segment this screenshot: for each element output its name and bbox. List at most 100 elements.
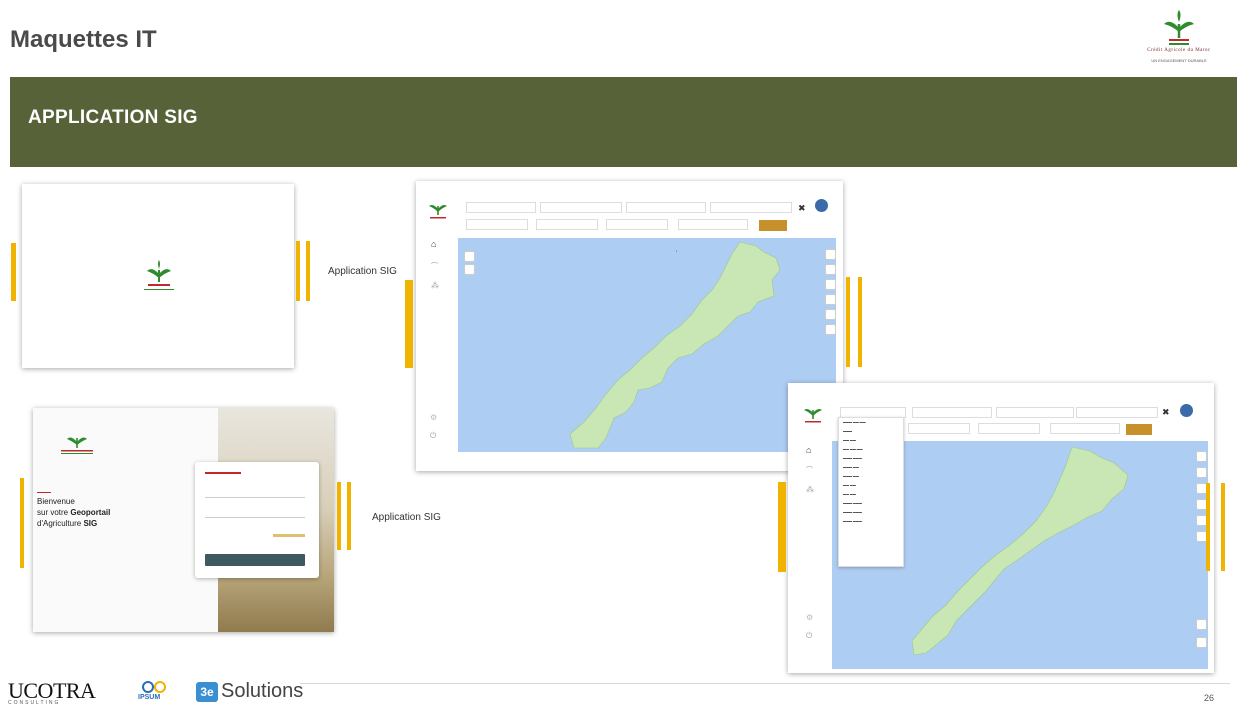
dropdown-option[interactable]: ▬▬▬ ▬▬▬ xyxy=(839,517,903,526)
dropdown-option[interactable]: ▬▬ ▬▬ xyxy=(839,490,903,499)
locate-icon[interactable] xyxy=(825,309,836,320)
info-icon[interactable] xyxy=(1196,619,1207,630)
password-field[interactable] xyxy=(205,508,305,518)
accent-bar xyxy=(858,277,862,367)
record-icon[interactable] xyxy=(1196,637,1207,648)
validate-button[interactable] xyxy=(1126,424,1152,435)
dropdown-option[interactable]: ▬▬▬ ▬▬▬ xyxy=(839,454,903,463)
splash-screen-mockup xyxy=(22,184,294,368)
section-title: APPLICATION SIG xyxy=(28,107,198,128)
map-app-mockup-2: ✖ ⌂ ⌒ ⁂ ⚙ ⏻ ▬▬▬ ▬▬ ▬▬ ▬▬▬ ▬▬ ▬▬ ▬▬ ▬▬ ▬▬… xyxy=(788,383,1214,673)
credit-agricole-logo: Crédit Agricole du Maroc UN ENGAGEMENT D… xyxy=(1124,10,1234,70)
solutions-logo: Solutions xyxy=(221,680,304,702)
filter-select[interactable] xyxy=(678,219,748,230)
ucotra-subtitle: CONSULTING xyxy=(8,700,61,706)
network-icon[interactable]: ⁂ xyxy=(431,281,439,290)
power-icon[interactable]: ⏻ xyxy=(430,431,436,441)
page-number: 26 xyxy=(1204,693,1215,703)
sprout-icon xyxy=(429,205,447,219)
filter-select[interactable] xyxy=(540,202,622,213)
avatar[interactable] xyxy=(1180,404,1193,417)
map-canvas[interactable]: ▪ xyxy=(458,238,836,452)
tools-icon[interactable]: ✖ xyxy=(1162,407,1170,418)
power-icon[interactable]: ⏻ xyxy=(806,631,812,641)
login-screen-mockup: Bienvenue sur votre Geoportail d'Agricul… xyxy=(33,408,334,632)
sprout-icon xyxy=(61,437,93,454)
accent-bar xyxy=(306,241,310,301)
morocco-map[interactable] xyxy=(458,238,836,452)
welcome-bold: Geoportail xyxy=(70,508,111,517)
forgot-password-link[interactable] xyxy=(273,534,305,537)
avatar[interactable] xyxy=(815,199,828,212)
dropdown-option[interactable]: ▬▬▬ ▬▬ ▬▬ xyxy=(839,418,903,427)
dropdown-option[interactable]: ▬▬ ▬▬ xyxy=(839,481,903,490)
accent-bar xyxy=(296,241,300,301)
zoom-in-icon[interactable] xyxy=(464,251,475,262)
home-icon[interactable]: ⌂ xyxy=(806,445,811,455)
filter-icon[interactable] xyxy=(1196,451,1207,462)
brand-tagline: UN ENGAGEMENT DURABLE xyxy=(1151,58,1207,63)
ipsum-mark-icon xyxy=(142,681,166,693)
accent-bar xyxy=(846,277,850,367)
sprout-icon xyxy=(144,260,174,290)
map-app-mockup-1: ✖ ⌂ ⌒ ⁂ ⚙ ⏻ ▪ xyxy=(416,181,843,471)
dropdown-option[interactable]: ▬▬▬ ▬▬ xyxy=(839,463,903,472)
footer-divider xyxy=(300,683,1230,684)
page-title: Maquettes IT xyxy=(10,26,157,53)
welcome-bold-2: SIG xyxy=(83,519,98,528)
layers-icon[interactable] xyxy=(1196,467,1207,478)
filter-select[interactable] xyxy=(908,423,970,434)
validate-button[interactable] xyxy=(759,220,787,231)
filter-select[interactable] xyxy=(606,219,668,230)
filter-select[interactable] xyxy=(1050,423,1120,434)
login-form xyxy=(195,462,319,578)
3e-logo-mark: 3e xyxy=(196,682,218,702)
email-field[interactable] xyxy=(205,488,305,498)
dropdown-option[interactable]: ▬▬ ▬▬ ▬▬ xyxy=(839,445,903,454)
accent-bar xyxy=(778,482,786,572)
network-icon[interactable]: ⁂ xyxy=(806,485,814,494)
accent-bar xyxy=(1206,483,1210,571)
filter-select[interactable] xyxy=(466,219,528,230)
filter-select[interactable] xyxy=(626,202,706,213)
pencil-icon[interactable] xyxy=(825,324,836,335)
region-dropdown-menu[interactable]: ▬▬▬ ▬▬ ▬▬ ▬▬▬ ▬▬ ▬▬ ▬▬ ▬▬ ▬▬ ▬▬▬ ▬▬▬ ▬▬▬… xyxy=(838,417,904,567)
welcome-line-2: sur votre xyxy=(37,508,69,517)
dropdown-option[interactable]: ▬▬▬ xyxy=(839,427,903,436)
accent-bar xyxy=(20,478,24,568)
accent-bar xyxy=(405,280,413,368)
filter-select[interactable] xyxy=(1076,407,1158,418)
accent-bar xyxy=(347,482,351,550)
zoom-in-icon[interactable] xyxy=(825,279,836,290)
dropdown-option[interactable]: ▬▬▬ ▬▬ xyxy=(839,472,903,481)
home-icon[interactable]: ⌂ xyxy=(431,239,436,249)
filter-select[interactable] xyxy=(996,407,1074,418)
tools-icon[interactable]: ✖ xyxy=(798,203,806,214)
filter-select[interactable] xyxy=(978,423,1040,434)
filter-select[interactable] xyxy=(536,219,598,230)
layers-icon[interactable] xyxy=(825,264,836,275)
dropdown-option[interactable]: ▬▬▬ ▬▬▬ xyxy=(839,499,903,508)
welcome-line-1: Bienvenue xyxy=(37,497,75,506)
dropdown-option[interactable]: ▬▬▬ ▬▬▬ xyxy=(839,508,903,517)
ipsum-text: IPSUM xyxy=(138,694,161,701)
filter-select[interactable] xyxy=(912,407,992,418)
zoom-out-icon[interactable] xyxy=(464,264,475,275)
filter-icon[interactable] xyxy=(825,249,836,260)
filter-select[interactable] xyxy=(466,202,536,213)
welcome-text: Bienvenue sur votre Geoportail d'Agricul… xyxy=(37,492,110,529)
settings-icon[interactable]: ⚙ xyxy=(806,613,813,622)
caption: Application SIG xyxy=(328,266,397,277)
caption: Application SIG xyxy=(372,512,441,523)
accent-bar xyxy=(11,243,16,301)
chart-icon[interactable]: ⌒ xyxy=(431,261,438,271)
welcome-line-3: d'Agriculture xyxy=(37,519,82,528)
accent-bar xyxy=(337,482,341,550)
login-button[interactable] xyxy=(205,554,305,566)
dropdown-option[interactable]: ▬▬ ▬▬ xyxy=(839,436,903,445)
zoom-out-icon[interactable] xyxy=(825,294,836,305)
chart-icon[interactable]: ⌒ xyxy=(806,465,813,475)
filter-select[interactable] xyxy=(710,202,792,213)
settings-icon[interactable]: ⚙ xyxy=(430,413,437,422)
sprout-icon xyxy=(1164,10,1194,45)
